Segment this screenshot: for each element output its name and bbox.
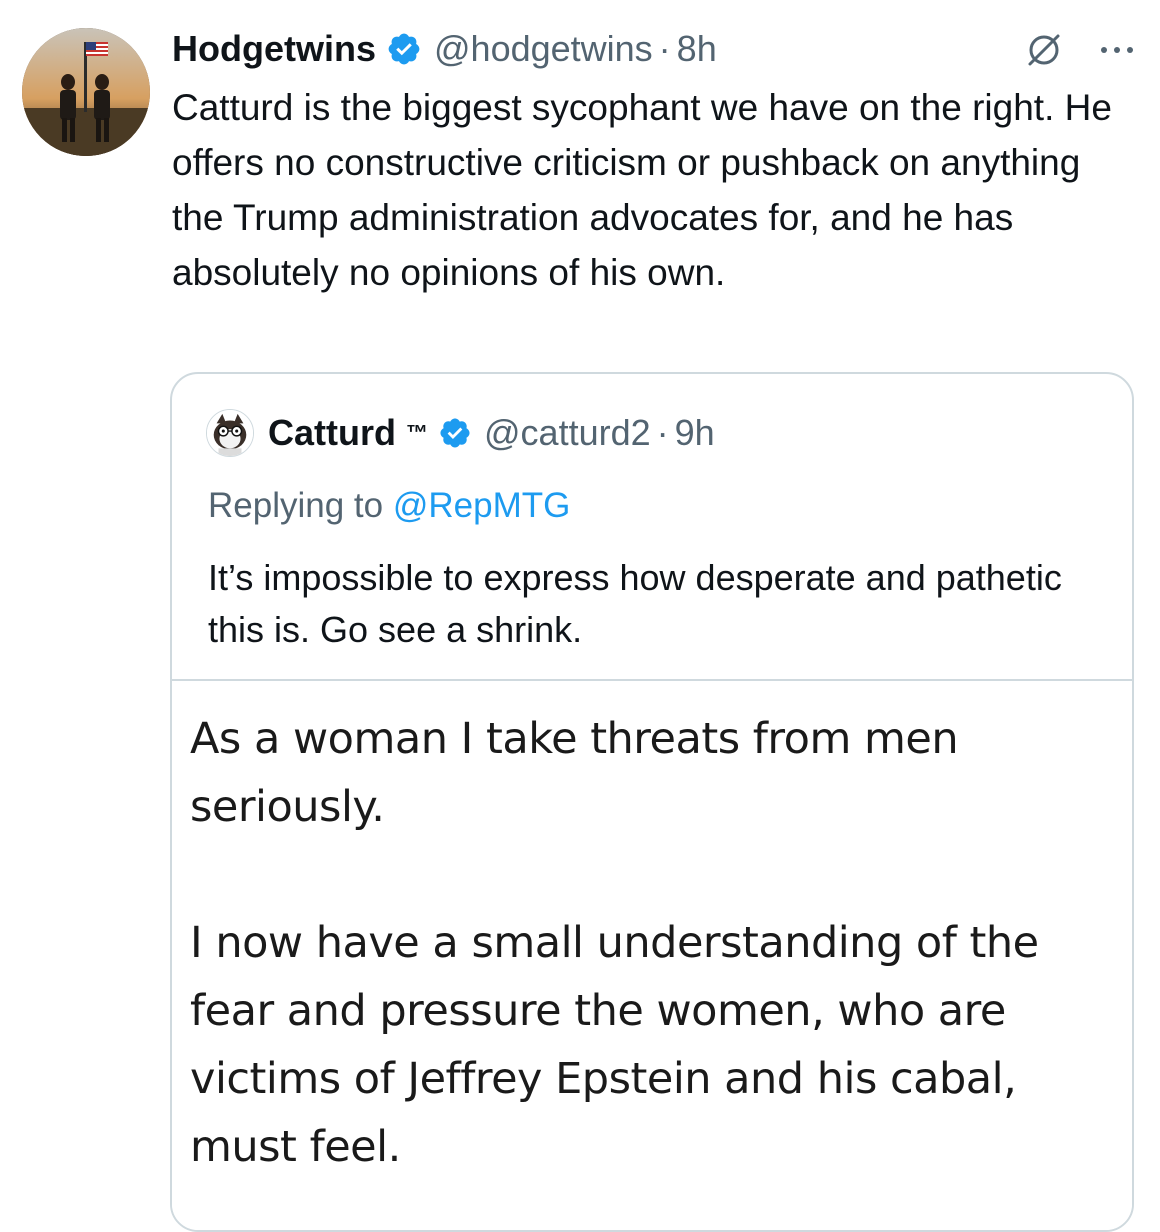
verified-badge-icon[interactable] <box>386 31 422 67</box>
separator-dot: · <box>658 28 671 69</box>
media-paragraph-1: As a woman I take threats from men serio… <box>190 714 959 832</box>
author-avatar[interactable] <box>22 28 150 156</box>
quoted-tweet-media-image[interactable]: As a woman I take threats from men serio… <box>172 679 1132 1230</box>
author-handle[interactable]: @hodgetwins <box>434 28 653 70</box>
quoted-tweet-text: It’s impossible to express how desperate… <box>208 557 1062 650</box>
separator-dot: · <box>656 412 669 453</box>
quoted-author-handle[interactable]: @catturd2 <box>484 412 651 454</box>
quoted-tweet[interactable]: Catturd ™ @catturd2 · 9h Replying to @Re… <box>170 372 1134 1232</box>
avatar-photo <box>22 28 150 156</box>
quoted-tweet-timestamp[interactable]: 9h <box>675 412 715 454</box>
replying-to: Replying to @RepMTG <box>208 486 570 526</box>
replying-to-label: Replying to <box>208 486 393 525</box>
tweet-timestamp[interactable]: 8h <box>677 28 717 70</box>
verified-badge-icon[interactable] <box>438 416 472 450</box>
cat-avatar-icon <box>207 410 253 456</box>
grok-icon[interactable] <box>1022 28 1066 72</box>
quoted-author-avatar[interactable] <box>206 409 254 457</box>
tweet[interactable]: Hodgetwins @hodgetwins · 8h Catturd is t <box>0 0 1160 1232</box>
media-paragraph-2: I now have a small understanding of the … <box>190 918 1039 1172</box>
replying-to-mention-link[interactable]: @RepMTG <box>393 486 571 525</box>
quoted-author-name[interactable]: Catturd <box>268 412 396 454</box>
more-icon[interactable] <box>1096 29 1138 71</box>
author-name[interactable]: Hodgetwins <box>172 28 376 70</box>
tweet-actions-top <box>1022 28 1138 72</box>
quoted-tweet-header: Catturd ™ @catturd2 · 9h <box>206 408 715 458</box>
trademark-symbol: ™ <box>406 420 428 445</box>
tweet-header: Hodgetwins @hodgetwins · 8h <box>172 24 717 74</box>
media-image-text: As a woman I take threats from men serio… <box>190 705 1110 1230</box>
tweet-text: Catturd is the biggest sycophant we have… <box>172 87 1112 293</box>
